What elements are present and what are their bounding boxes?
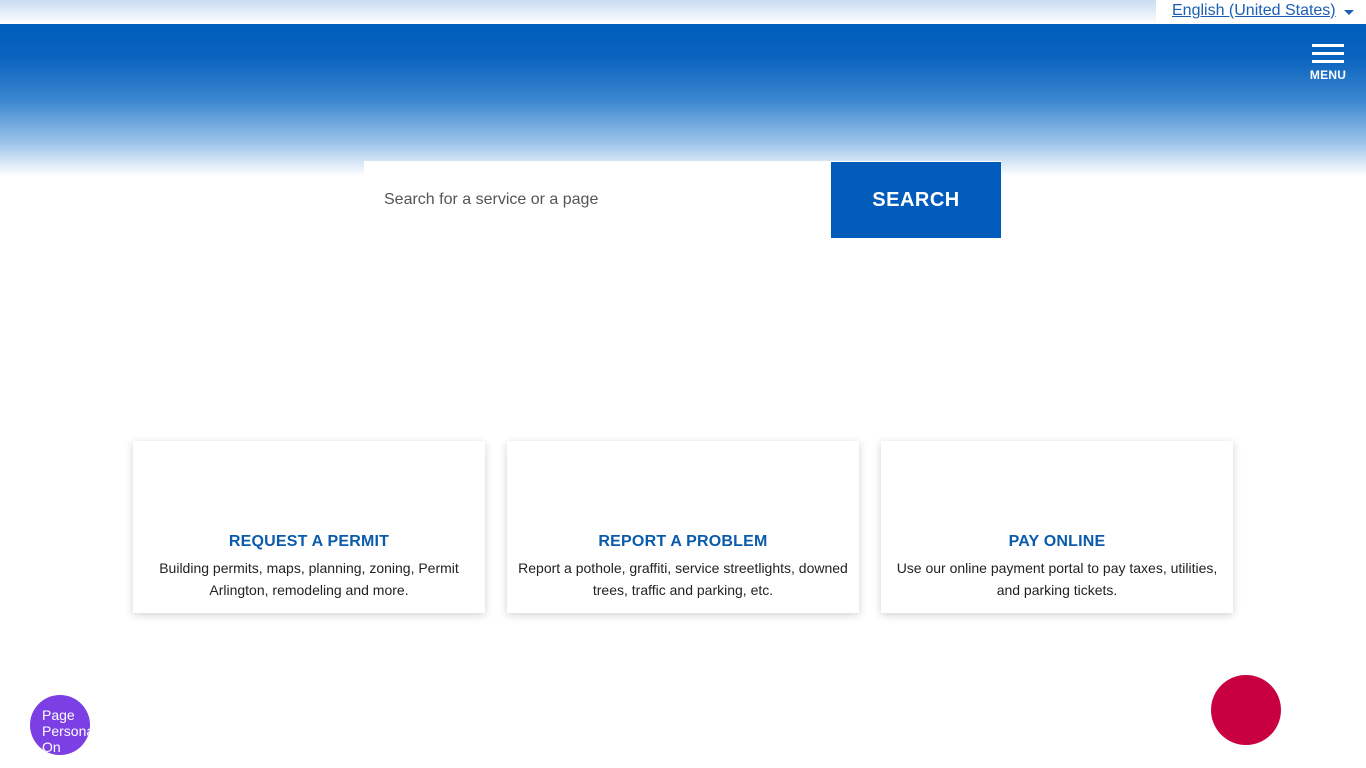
search-button[interactable]: SEARCH [831,162,1001,238]
language-selector[interactable]: English (United States) [1156,0,1366,22]
hamburger-icon-bar[interactable] [1312,60,1344,63]
top-utility-bar: English (United States) [0,0,1366,24]
chat-button[interactable] [1211,675,1281,745]
menu-label[interactable]: MENU [1310,68,1346,82]
menu-button[interactable]: MENU [1306,44,1350,84]
search-bar: SEARCH [364,161,1001,239]
broken-image-alt-text: Page Personal On [42,707,90,755]
chevron-down-icon[interactable] [1343,9,1354,15]
language-selector-label[interactable]: English (United States) [1172,2,1336,20]
card-pay-online[interactable]: PAY ONLINE Use our online payment portal… [881,441,1233,613]
page-personalization-button[interactable]: Page Personal On [30,695,90,755]
card-title[interactable]: REPORT A PROBLEM [598,533,767,551]
quick-links: REQUEST A PERMIT Building permits, maps,… [133,441,1233,613]
hero-banner: MENU [0,24,1366,176]
hamburger-icon[interactable] [1312,44,1344,47]
card-description: Building permits, maps, planning, zoning… [159,560,459,598]
search-input[interactable] [364,161,831,239]
card-report-problem[interactable]: REPORT A PROBLEM Report a pothole, graff… [507,441,859,613]
card-description: Report a pothole, graffiti, service stre… [518,560,848,598]
card-request-permit[interactable]: REQUEST A PERMIT Building permits, maps,… [133,441,485,613]
card-title[interactable]: PAY ONLINE [1009,533,1106,551]
hamburger-icon-bar[interactable] [1312,52,1344,55]
card-title[interactable]: REQUEST A PERMIT [229,533,389,551]
card-description: Use our online payment portal to pay tax… [896,560,1218,598]
